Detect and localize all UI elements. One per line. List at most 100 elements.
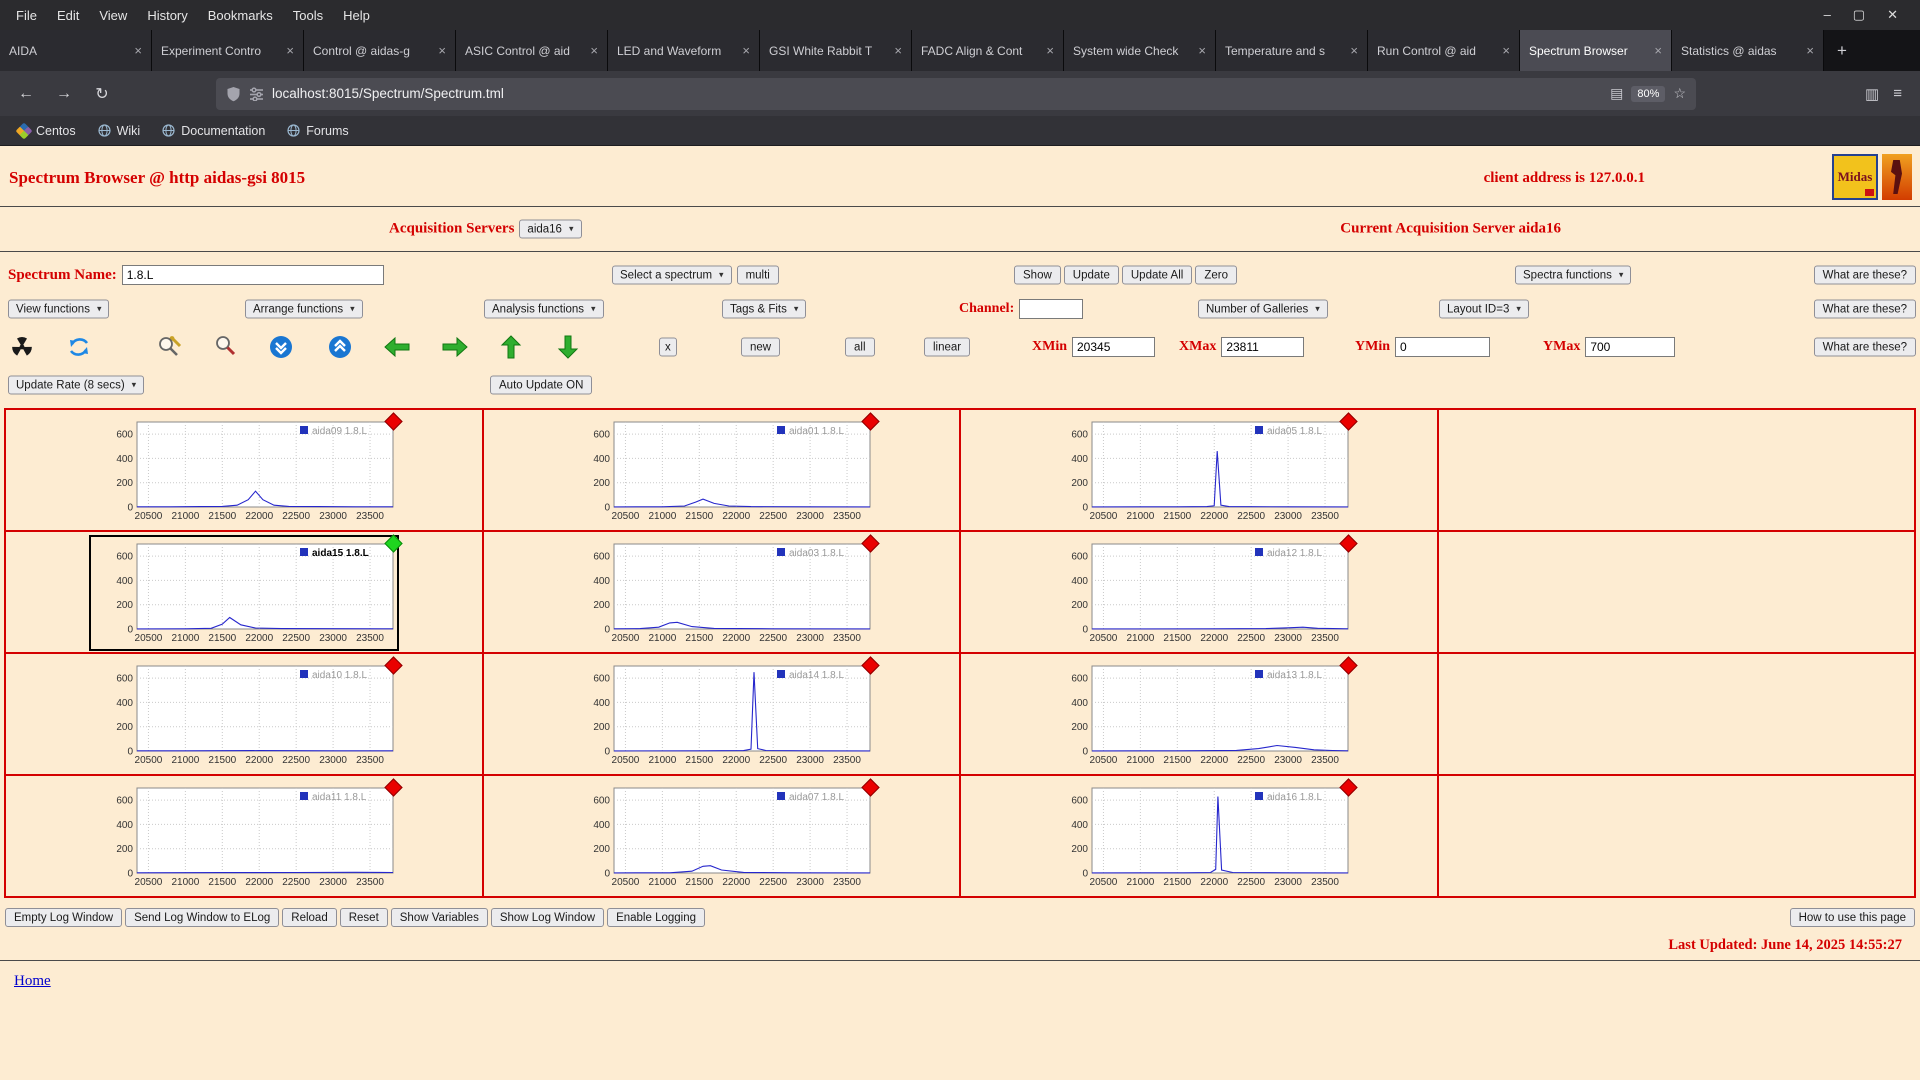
reload-button[interactable]: Reload xyxy=(282,908,337,927)
bookmark-documentation[interactable]: Documentation xyxy=(154,122,273,140)
bookmark-centos[interactable]: Centos xyxy=(10,122,84,140)
back-button[interactable]: ← xyxy=(12,80,40,108)
reload-button[interactable]: ↻ xyxy=(88,80,116,108)
enable-logging-button[interactable]: Enable Logging xyxy=(607,908,706,927)
tab-close-icon[interactable]: × xyxy=(134,43,142,58)
tab-led-and-waveform[interactable]: LED and Waveform × xyxy=(608,30,760,71)
spectrum-panel-aida01[interactable]: 20500 21000 21500 22000 22500 23000 23500 0 200 4… xyxy=(570,412,880,525)
tab-close-icon[interactable]: × xyxy=(894,43,902,58)
spectrum-panel-aida05[interactable]: 20500 21000 21500 22000 22500 23000 23500 0 200 4… xyxy=(1048,412,1358,525)
empty-log-window-button[interactable]: Empty Log Window xyxy=(5,908,123,927)
show-button[interactable]: Show xyxy=(1014,265,1061,285)
tab-control-aidas-g[interactable]: Control @ aidas-g × xyxy=(304,30,456,71)
linear-button[interactable]: linear xyxy=(924,337,971,357)
maximize-button[interactable]: ▢ xyxy=(1853,7,1865,23)
layout-id-select[interactable]: Layout ID=3 ▾ xyxy=(1439,299,1529,319)
what-are-these-button-1[interactable]: What are these? xyxy=(1813,265,1916,285)
update-all-button[interactable]: Update All xyxy=(1121,265,1193,285)
spectrum-panel-aida10[interactable]: 20500 21000 21500 22000 22500 23000 23500 0 200 4… xyxy=(93,656,403,769)
spectrum-panel-aida13[interactable]: 20500 21000 21500 22000 22500 23000 23500 0 200 4… xyxy=(1048,656,1358,769)
view-functions-select[interactable]: View functions ▾ xyxy=(8,299,110,319)
spectrum-name-input[interactable] xyxy=(121,265,384,285)
spectrum-panel-aida14[interactable]: 20500 21000 21500 22000 22500 23000 23500 0 200 4… xyxy=(570,656,880,769)
url-bar[interactable]: localhost:8015/Spectrum/Spectrum.tml ▤ 8… xyxy=(216,77,1696,110)
tab-experiment-contro[interactable]: Experiment Contro × xyxy=(152,30,304,71)
all-button[interactable]: all xyxy=(845,337,875,357)
xmax-input[interactable] xyxy=(1221,337,1305,357)
show-log-window-button[interactable]: Show Log Window xyxy=(490,908,605,927)
tab-close-icon[interactable]: × xyxy=(1502,43,1510,58)
url-text[interactable]: localhost:8015/Spectrum/Spectrum.tml xyxy=(272,86,1602,101)
tags-fits-select[interactable]: Tags & Fits ▾ xyxy=(722,299,807,319)
what-are-these-button-3[interactable]: What are these? xyxy=(1813,337,1916,357)
tune-icon[interactable] xyxy=(249,86,264,101)
tab-system-wide-check[interactable]: System wide Check × xyxy=(1064,30,1216,71)
reader-mode-icon[interactable]: ▤ xyxy=(1610,85,1623,102)
tab-close-icon[interactable]: × xyxy=(1654,43,1662,58)
zero-button[interactable]: Zero xyxy=(1195,265,1237,285)
tab-close-icon[interactable]: × xyxy=(590,43,598,58)
select-a-spectrum-select[interactable]: Select a spectrum ▾ xyxy=(612,265,732,285)
expand-down-icon[interactable] xyxy=(269,335,293,359)
bookmark-star-icon[interactable]: ☆ xyxy=(1673,85,1686,102)
tab-fadc-align-cont[interactable]: FADC Align & Cont × xyxy=(912,30,1064,71)
channel-input[interactable] xyxy=(1019,299,1084,319)
zoom-level-badge[interactable]: 80% xyxy=(1631,85,1666,102)
spectrum-panel-aida16[interactable]: 20500 21000 21500 22000 22500 23000 23500 0 200 4… xyxy=(1048,778,1358,891)
analysis-functions-select[interactable]: Analysis functions ▾ xyxy=(484,299,604,319)
down-arrow-icon[interactable] xyxy=(557,334,579,360)
radiation-icon[interactable] xyxy=(10,335,34,359)
reset-button[interactable]: Reset xyxy=(339,908,388,927)
zoom-key-icon[interactable] xyxy=(157,334,183,360)
spectra-functions-select[interactable]: Spectra functions ▾ xyxy=(1515,265,1632,285)
update-button[interactable]: Update xyxy=(1063,265,1119,285)
shield-icon[interactable] xyxy=(226,86,241,102)
menu-history[interactable]: History xyxy=(137,6,197,25)
minimize-button[interactable]: – xyxy=(1824,7,1831,23)
multi-button[interactable]: multi xyxy=(736,265,779,285)
x-button[interactable]: x xyxy=(659,337,677,357)
refresh-cycle-icon[interactable] xyxy=(67,335,91,359)
forward-button[interactable]: → xyxy=(50,80,78,108)
tab-close-icon[interactable]: × xyxy=(286,43,294,58)
how-to-use-button[interactable]: How to use this page xyxy=(1789,908,1915,927)
close-button[interactable]: ✕ xyxy=(1887,7,1898,23)
tab-close-icon[interactable]: × xyxy=(438,43,446,58)
prev-arrow-icon[interactable] xyxy=(383,336,411,358)
auto-update-button[interactable]: Auto Update ON xyxy=(490,375,593,395)
tab-temperature-and-s[interactable]: Temperature and s × xyxy=(1216,30,1368,71)
spectrum-panel-aida11[interactable]: 20500 21000 21500 22000 22500 23000 23500 0 200 4… xyxy=(93,778,403,891)
menu-edit[interactable]: Edit xyxy=(47,6,89,25)
update-rate-select[interactable]: Update Rate (8 secs) ▾ xyxy=(8,375,145,395)
menu-tools[interactable]: Tools xyxy=(283,6,333,25)
show-variables-button[interactable]: Show Variables xyxy=(390,908,488,927)
acquisition-server-select[interactable]: aida16 ▾ xyxy=(519,219,582,239)
new-tab-button[interactable]: + xyxy=(1824,30,1860,71)
tab-close-icon[interactable]: × xyxy=(1350,43,1358,58)
collapse-up-icon[interactable] xyxy=(328,335,352,359)
arrange-functions-select[interactable]: Arrange functions ▾ xyxy=(245,299,363,319)
send-log-window-to-elog-button[interactable]: Send Log Window to ELog xyxy=(125,908,280,927)
next-arrow-icon[interactable] xyxy=(441,336,469,358)
number-of-galleries-select[interactable]: Number of Galleries ▾ xyxy=(1198,299,1328,319)
spectrum-panel-aida12[interactable]: 20500 21000 21500 22000 22500 23000 23500 0 200 4… xyxy=(1048,534,1358,647)
ymin-input[interactable] xyxy=(1395,337,1490,357)
tab-asic-control-aid[interactable]: ASIC Control @ aid × xyxy=(456,30,608,71)
tab-gsi-white-rabbit-t[interactable]: GSI White Rabbit T × xyxy=(760,30,912,71)
spectrum-panel-aida03[interactable]: 20500 21000 21500 22000 22500 23000 23500 0 200 4… xyxy=(570,534,880,647)
menu-view[interactable]: View xyxy=(89,6,137,25)
menu-help[interactable]: Help xyxy=(333,6,380,25)
zoom-remove-icon[interactable] xyxy=(214,334,240,360)
new-button[interactable]: new xyxy=(741,337,781,357)
what-are-these-button-2[interactable]: What are these? xyxy=(1813,299,1916,319)
menu-file[interactable]: File xyxy=(6,6,47,25)
home-link[interactable]: Home xyxy=(14,973,51,990)
bookmark-forums[interactable]: Forums xyxy=(279,122,356,140)
spectrum-panel-aida07[interactable]: 20500 21000 21500 22000 22500 23000 23500 0 200 4… xyxy=(570,778,880,891)
bookmark-wiki[interactable]: Wiki xyxy=(90,122,149,140)
menu-bookmarks[interactable]: Bookmarks xyxy=(198,6,283,25)
tab-close-icon[interactable]: × xyxy=(1806,43,1814,58)
tab-close-icon[interactable]: × xyxy=(742,43,750,58)
spectrum-panel-aida15[interactable]: 20500 21000 21500 22000 22500 23000 23500 0 200 4… xyxy=(88,534,403,651)
tab-aida[interactable]: AIDA × xyxy=(0,30,152,71)
